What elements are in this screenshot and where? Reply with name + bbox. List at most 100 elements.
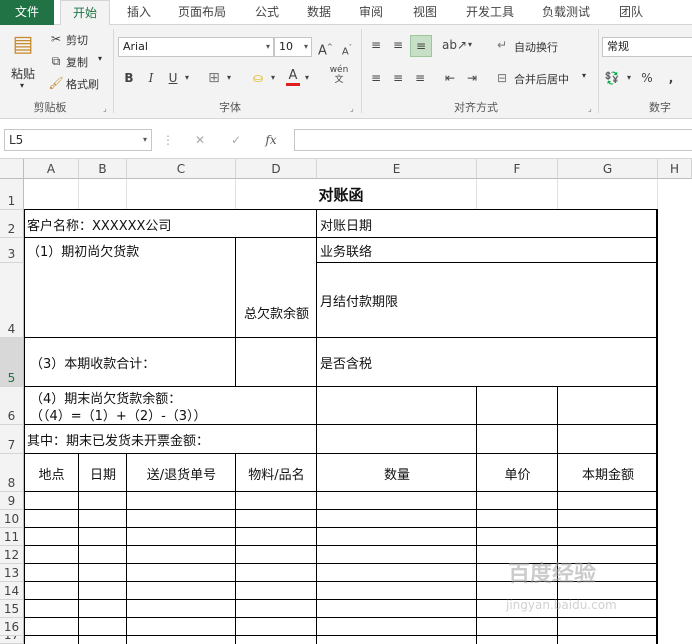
column-header-f[interactable]: F bbox=[477, 159, 558, 179]
phonetic-guide-icon[interactable]: wén 文 bbox=[328, 65, 350, 85]
total-due-cell[interactable]: 总欠款余额 bbox=[236, 238, 317, 387]
row-header-14[interactable]: 14 bbox=[0, 582, 24, 600]
tab-load-test[interactable]: 负载测试 bbox=[534, 0, 598, 25]
number-format-combo[interactable]: 常规 bbox=[602, 37, 692, 57]
fill-color-dropdown-icon[interactable]: ▾ bbox=[268, 70, 278, 86]
wrap-text-icon[interactable]: ↵ bbox=[494, 37, 510, 53]
cut-button[interactable]: 剪切 bbox=[66, 32, 88, 48]
paste-icon[interactable]: ▤ bbox=[10, 31, 36, 59]
comma-style-button[interactable]: , bbox=[664, 70, 678, 86]
tax-included-cell[interactable]: 是否含税 bbox=[320, 338, 372, 387]
tab-file[interactable]: 文件 bbox=[0, 0, 54, 25]
tab-view[interactable]: 视图 bbox=[404, 0, 446, 25]
header-quantity[interactable]: 数量 bbox=[317, 454, 477, 492]
borders-dropdown-icon[interactable]: ▾ bbox=[224, 70, 234, 86]
header-date[interactable]: 日期 bbox=[79, 454, 127, 492]
tab-formulas[interactable]: 公式 bbox=[246, 0, 288, 25]
header-period-amount[interactable]: 本期金额 bbox=[558, 454, 658, 492]
row-header-10[interactable]: 10 bbox=[0, 510, 24, 528]
payment-terms-cell[interactable]: 月结付款期限 bbox=[320, 263, 398, 338]
column-header-h[interactable]: H bbox=[658, 159, 692, 179]
row-header-11[interactable]: 11 bbox=[0, 528, 24, 546]
bold-button[interactable]: B bbox=[122, 70, 136, 86]
row-header-2[interactable]: 2 bbox=[0, 210, 24, 238]
row-header-12[interactable]: 12 bbox=[0, 546, 24, 564]
accounting-dropdown-icon[interactable]: ▾ bbox=[624, 70, 634, 86]
row-header-16[interactable]: 16 bbox=[0, 618, 24, 636]
align-bottom-icon[interactable]: ≡ bbox=[410, 35, 432, 57]
tab-insert[interactable]: 插入 bbox=[118, 0, 160, 25]
tab-team[interactable]: 团队 bbox=[610, 0, 652, 25]
tab-home[interactable]: 开始 bbox=[60, 0, 110, 26]
grow-font-icon[interactable]: A^ bbox=[318, 39, 333, 59]
cancel-icon[interactable]: ✕ bbox=[192, 132, 208, 148]
uninvoiced-cell[interactable]: 其中：期末已发货未开票金额： bbox=[27, 425, 209, 454]
percent-button[interactable]: % bbox=[640, 70, 654, 86]
merge-center-icon[interactable]: ⊟ bbox=[494, 70, 510, 86]
sheet-title[interactable]: 对账函 bbox=[24, 179, 658, 210]
row-header-1[interactable]: 1 bbox=[0, 179, 24, 210]
font-launcher-icon[interactable]: ⌟ bbox=[350, 104, 354, 113]
copy-button[interactable]: 复制 bbox=[66, 54, 88, 70]
underline-button[interactable]: U bbox=[166, 70, 180, 86]
align-right-icon[interactable]: ≡ bbox=[412, 70, 428, 86]
select-all-corner[interactable] bbox=[0, 159, 24, 179]
decrease-indent-icon[interactable]: ⇤ bbox=[442, 70, 458, 86]
accounting-format-icon[interactable]: 💱 bbox=[604, 70, 620, 86]
header-location[interactable]: 地点 bbox=[24, 454, 79, 492]
row-header-8[interactable]: 8 bbox=[0, 454, 24, 492]
paste-button[interactable]: 粘贴 bbox=[11, 65, 35, 82]
borders-icon[interactable]: ⊞ bbox=[206, 70, 222, 86]
column-header-g[interactable]: G bbox=[558, 159, 658, 179]
row-header-15[interactable]: 15 bbox=[0, 600, 24, 618]
align-center-icon[interactable]: ≡ bbox=[390, 70, 406, 86]
align-top-icon[interactable]: ≡ bbox=[368, 37, 384, 53]
orientation-dropdown-icon[interactable]: ▾ bbox=[465, 37, 475, 53]
row-header-6[interactable]: 6 bbox=[0, 387, 24, 425]
copy-icon[interactable]: ⧉ bbox=[48, 53, 64, 69]
wrap-text-button[interactable]: 自动换行 bbox=[514, 39, 558, 55]
enter-icon[interactable]: ✓ bbox=[228, 132, 244, 148]
paste-dropdown-icon[interactable]: ▾ bbox=[20, 81, 24, 90]
tab-page-layout[interactable]: 页面布局 bbox=[168, 0, 236, 25]
row-header-9[interactable]: 9 bbox=[0, 492, 24, 510]
format-painter-icon[interactable]: 🖌 bbox=[48, 75, 64, 91]
column-header-a[interactable]: A bbox=[24, 159, 79, 179]
column-header-d[interactable]: D bbox=[236, 159, 317, 179]
orientation-icon[interactable]: ab↗ bbox=[442, 37, 467, 53]
shrink-font-icon[interactable]: Aˇ bbox=[340, 40, 354, 60]
underline-dropdown-icon[interactable]: ▾ bbox=[182, 70, 192, 86]
header-unit-price[interactable]: 单价 bbox=[477, 454, 558, 492]
increase-indent-icon[interactable]: ⇥ bbox=[464, 70, 480, 86]
column-header-c[interactable]: C bbox=[127, 159, 236, 179]
merge-center-button[interactable]: 合并后居中 bbox=[514, 71, 569, 87]
alignment-launcher-icon[interactable]: ⌟ bbox=[588, 104, 592, 113]
insert-function-icon[interactable]: fx bbox=[262, 132, 280, 148]
font-size-combo[interactable]: 10 ▾ bbox=[274, 37, 312, 57]
row-header-4[interactable]: 4 bbox=[0, 263, 24, 338]
merge-dropdown-icon[interactable]: ▾ bbox=[582, 71, 586, 80]
customer-name-cell[interactable]: 客户名称：XXXXXX公司 bbox=[27, 210, 171, 238]
tab-review[interactable]: 审阅 bbox=[350, 0, 392, 25]
closing-formula-cell[interactable]: （（4）=（1）+（2）-（3）） bbox=[30, 405, 207, 424]
fill-color-icon[interactable]: ⛀ bbox=[250, 70, 266, 86]
formula-input[interactable] bbox=[294, 129, 692, 151]
name-box[interactable]: L5 ▾ bbox=[4, 129, 152, 151]
row-header-13[interactable]: 13 bbox=[0, 564, 24, 582]
tab-developer[interactable]: 开发工具 bbox=[458, 0, 522, 25]
font-color-dropdown-icon[interactable]: ▾ bbox=[302, 70, 312, 86]
statement-date-cell[interactable]: 对账日期 bbox=[320, 210, 372, 238]
font-color-icon[interactable]: A bbox=[286, 68, 300, 86]
opening-balance-cell[interactable]: （1）期初尚欠货款 bbox=[27, 238, 139, 263]
copy-dropdown-icon[interactable]: ▾ bbox=[98, 54, 102, 63]
italic-button[interactable]: I bbox=[144, 70, 158, 86]
row-header-17[interactable]: 17 bbox=[0, 636, 24, 644]
scissors-icon[interactable]: ✂ bbox=[48, 31, 64, 47]
tab-data[interactable]: 数据 bbox=[298, 0, 340, 25]
format-painter-button[interactable]: 格式刷 bbox=[66, 76, 99, 92]
column-header-e[interactable]: E bbox=[317, 159, 477, 179]
closing-balance-cell[interactable]: （4）期末尚欠货款余额： bbox=[30, 388, 181, 407]
column-header-b[interactable]: B bbox=[79, 159, 127, 179]
align-middle-icon[interactable]: ≡ bbox=[390, 37, 406, 53]
clipboard-launcher-icon[interactable]: ⌟ bbox=[103, 104, 107, 113]
